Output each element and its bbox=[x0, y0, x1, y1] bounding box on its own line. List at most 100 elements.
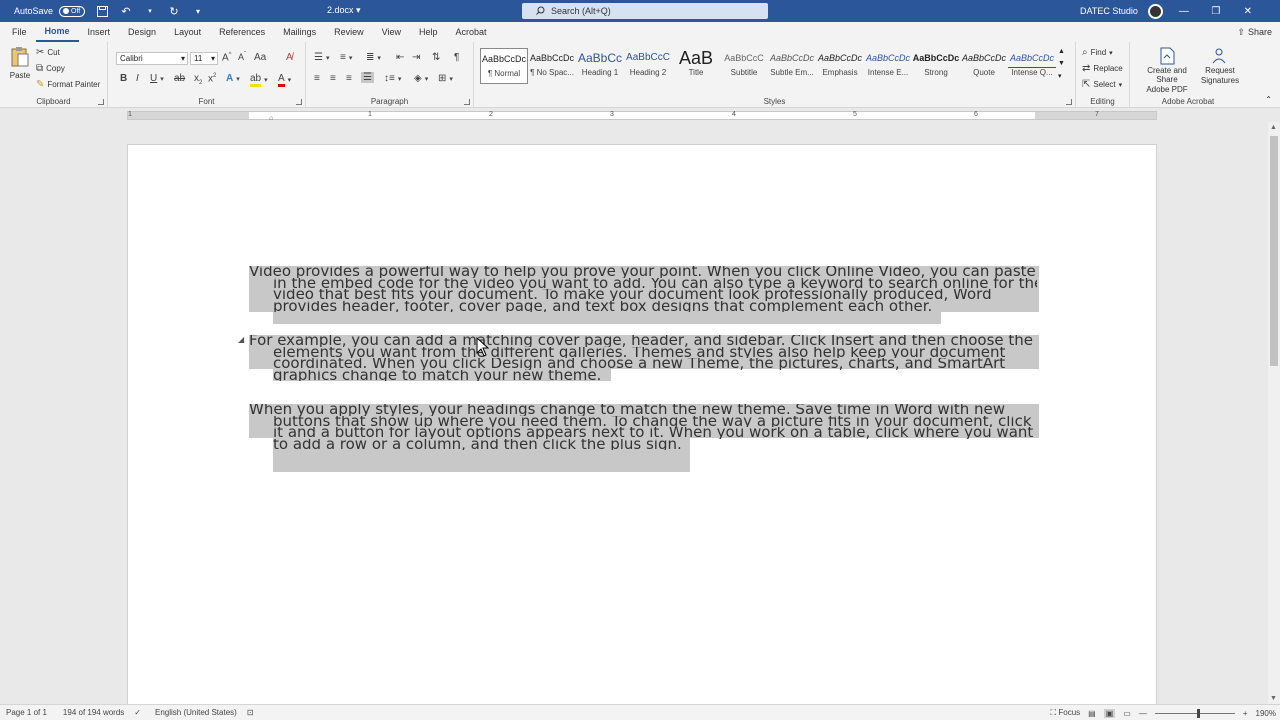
tab-layout[interactable]: Layout bbox=[165, 22, 210, 42]
scroll-down-icon[interactable]: ▼ bbox=[1270, 695, 1277, 702]
align-center-button[interactable]: ≡ bbox=[330, 73, 336, 84]
style-normal[interactable]: AaBbCcDc ¶ Normal bbox=[480, 48, 528, 84]
focus-button[interactable]: ⛶ Focus bbox=[1051, 708, 1081, 718]
superscript-button[interactable]: x2 bbox=[208, 73, 216, 84]
align-right-button[interactable]: ≡ bbox=[346, 73, 352, 84]
copy-button[interactable]: ⧉ Copy bbox=[36, 63, 65, 74]
strikethrough-button[interactable]: ab bbox=[174, 73, 185, 84]
format-painter-button[interactable]: ✎ Format Painter bbox=[36, 79, 100, 90]
share-button[interactable]: ⇧ Share bbox=[1237, 25, 1272, 39]
word-count[interactable]: 194 of 194 words bbox=[63, 708, 124, 717]
zoom-in-icon[interactable]: + bbox=[1243, 709, 1248, 718]
tab-design[interactable]: Design bbox=[119, 22, 165, 42]
style-no-spacing[interactable]: AaBbCcDc ¶ No Spac... bbox=[528, 48, 576, 84]
style-heading-2[interactable]: AaBbCcC Heading 2 bbox=[624, 48, 672, 84]
tab-review[interactable]: Review bbox=[325, 22, 373, 42]
underline-button[interactable]: U ▾ bbox=[150, 73, 164, 84]
styles-more-icon[interactable]: ▾ bbox=[1058, 72, 1062, 80]
dialog-launcher-icon[interactable] bbox=[98, 99, 104, 105]
borders-button[interactable]: ⊞ ▾ bbox=[438, 73, 453, 84]
ruler-bar[interactable]: 1 1 2 3 4 5 6 7 ⌂ bbox=[127, 111, 1157, 122]
restore-icon[interactable]: ❐ bbox=[1205, 6, 1227, 17]
paragraph-3[interactable]: When you apply styles, your headings cha… bbox=[249, 404, 1037, 450]
style-quote[interactable]: AaBbCcDc Quote bbox=[960, 48, 1008, 84]
replace-button[interactable]: ⇄ Replace bbox=[1082, 63, 1123, 74]
styles-scroll-up-icon[interactable]: ▲ bbox=[1058, 48, 1065, 55]
request-signatures-button[interactable]: Request Signatures bbox=[1198, 47, 1242, 85]
subscript-button[interactable]: x2 bbox=[194, 73, 202, 86]
proofing-icon[interactable]: ✓ bbox=[134, 708, 141, 717]
create-share-pdf-button[interactable]: Create and Share Adobe PDF bbox=[1136, 47, 1198, 94]
customize-toolbar-icon[interactable]: ▾ bbox=[191, 4, 205, 18]
italic-button[interactable]: I bbox=[136, 73, 139, 84]
change-case-button[interactable]: Aa bbox=[254, 52, 266, 63]
style-subtle-emphasis[interactable]: AaBbCcDc Subtle Em... bbox=[768, 48, 816, 84]
undo-icon[interactable]: ↶ bbox=[119, 4, 133, 18]
document-title[interactable]: 2.docx ▾ bbox=[327, 5, 361, 16]
increase-indent-button[interactable]: ⇥ bbox=[412, 52, 420, 63]
save-icon[interactable] bbox=[95, 4, 109, 18]
search-box[interactable]: Search (Alt+Q) bbox=[522, 3, 768, 19]
tab-help[interactable]: Help bbox=[410, 22, 447, 42]
dialog-launcher-icon[interactable] bbox=[1066, 99, 1072, 105]
font-name-select[interactable]: Calibri ▾ bbox=[116, 52, 188, 65]
style-subtitle[interactable]: AaBbCcC Subtitle bbox=[720, 48, 768, 84]
dropdown-chevron-icon[interactable]: ▾ bbox=[143, 4, 157, 18]
style-heading-1[interactable]: AaBbCc Heading 1 bbox=[576, 48, 624, 84]
shrink-font-button[interactable]: Aˇ bbox=[238, 52, 246, 62]
zoom-out-icon[interactable]: — bbox=[1139, 709, 1147, 718]
font-size-select[interactable]: 11 ▾ bbox=[190, 52, 218, 65]
dialog-launcher-icon[interactable] bbox=[464, 99, 470, 105]
show-formatting-button[interactable]: ¶ bbox=[454, 52, 459, 63]
grow-font-button[interactable]: A^ bbox=[222, 52, 232, 63]
line-spacing-button[interactable]: ↕≡ ▾ bbox=[384, 73, 401, 84]
tab-acrobat[interactable]: Acrobat bbox=[447, 22, 496, 42]
read-mode-icon[interactable]: ▤ bbox=[1088, 709, 1096, 718]
paragraph-2[interactable]: For example, you can add a matching cove… bbox=[249, 335, 1037, 381]
highlight-button[interactable]: ab ▾ bbox=[250, 73, 268, 87]
page-count[interactable]: Page 1 of 1 bbox=[6, 708, 47, 717]
decrease-indent-button[interactable]: ⇤ bbox=[396, 52, 404, 63]
vertical-scrollbar[interactable]: ▲ ▼ bbox=[1268, 122, 1280, 704]
tab-home[interactable]: Home bbox=[35, 22, 79, 42]
tab-view[interactable]: View bbox=[373, 22, 410, 42]
close-icon[interactable]: ✕ bbox=[1237, 6, 1259, 17]
text-effects-button[interactable]: A ▾ bbox=[226, 73, 240, 84]
style-title[interactable]: AaB Title bbox=[672, 48, 720, 84]
tab-mailings[interactable]: Mailings bbox=[274, 22, 325, 42]
style-strong[interactable]: AaBbCcDc Strong bbox=[912, 48, 960, 84]
language[interactable]: English (United States) bbox=[155, 708, 237, 717]
indent-marker-icon[interactable]: ⌂ bbox=[269, 115, 273, 122]
tab-file[interactable]: File bbox=[0, 22, 36, 42]
scroll-up-icon[interactable]: ▲ bbox=[1270, 124, 1277, 131]
font-color-button[interactable]: A ▾ bbox=[278, 73, 291, 87]
select-button[interactable]: ⇱ Select ▾ bbox=[1082, 79, 1122, 90]
autosave-toggle[interactable]: Off bbox=[59, 5, 86, 17]
document-page[interactable]: Video provides a powerful way to help yo… bbox=[127, 144, 1157, 704]
align-left-button[interactable]: ≡ bbox=[314, 73, 320, 84]
zoom-slider-knob[interactable] bbox=[1196, 708, 1200, 718]
shading-button[interactable]: ◈ ▾ bbox=[414, 73, 428, 84]
paragraph-1[interactable]: Video provides a powerful way to help yo… bbox=[249, 266, 1037, 312]
scrollbar-thumb[interactable] bbox=[1270, 136, 1278, 366]
styles-scroll-down-icon[interactable]: ▼ bbox=[1058, 60, 1065, 67]
bold-button[interactable]: B bbox=[120, 73, 127, 84]
justify-button[interactable]: ☰ bbox=[361, 72, 374, 83]
accessibility-icon[interactable]: ⊡ bbox=[247, 708, 254, 717]
style-emphasis[interactable]: AaBbCcDc Emphasis bbox=[816, 48, 864, 84]
cut-button[interactable]: ✂ Cut bbox=[36, 47, 60, 58]
zoom-slider[interactable] bbox=[1154, 708, 1235, 718]
collapse-ribbon-icon[interactable]: ⌃ bbox=[1265, 95, 1272, 104]
paragraph-collapse-icon[interactable]: ◢ bbox=[238, 335, 244, 344]
tab-references[interactable]: References bbox=[210, 22, 274, 42]
style-intense-emphasis[interactable]: AaBbCcDc Intense E... bbox=[864, 48, 912, 84]
minimize-icon[interactable]: — bbox=[1173, 6, 1195, 17]
style-intense-quote[interactable]: AaBbCcDc Intense Q... bbox=[1008, 48, 1056, 84]
avatar[interactable] bbox=[1147, 3, 1163, 19]
web-layout-icon[interactable]: ▭ bbox=[1123, 709, 1131, 718]
user-name[interactable]: DATEC Studio bbox=[1080, 6, 1138, 16]
sort-button[interactable]: ⇅ bbox=[432, 52, 440, 63]
clear-formatting-button[interactable]: A̸ bbox=[286, 52, 293, 63]
paste-button[interactable]: Paste bbox=[8, 46, 32, 80]
bullets-button[interactable]: ☰ ▾ bbox=[314, 52, 329, 63]
